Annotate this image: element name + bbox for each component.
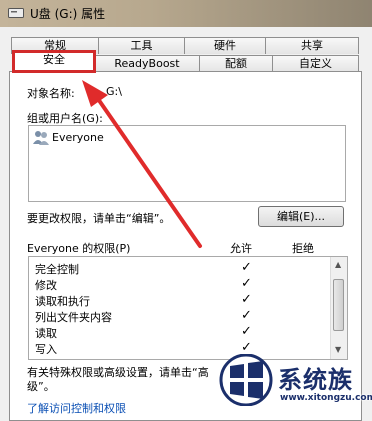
watermark-brand: 系统族 xyxy=(278,366,353,394)
windows-logo-icon xyxy=(219,354,273,406)
allow-check: ✓ xyxy=(241,276,252,291)
allow-check: ✓ xyxy=(241,260,252,275)
object-name-label: 对象名称: xyxy=(27,87,75,100)
title-bar: U盘 (G:) 属性 xyxy=(0,0,372,27)
group-label: 组或用户名(G): xyxy=(27,112,103,125)
permission-row: 完全控制 ✓ xyxy=(35,260,335,277)
permission-name: 写入 xyxy=(35,343,57,356)
tab-tools[interactable]: 工具 xyxy=(98,37,185,54)
permission-name: 读取和执行 xyxy=(35,295,90,308)
permission-name: 列出文件夹内容 xyxy=(35,311,112,324)
scroll-up-icon[interactable]: ▲ xyxy=(335,260,341,269)
permission-row: 读取和执行 ✓ xyxy=(35,292,335,309)
permission-name: 完全控制 xyxy=(35,263,79,276)
user-list[interactable]: Everyone xyxy=(28,125,346,202)
users-icon xyxy=(33,131,49,145)
watermark-url: www.xitongzu.com xyxy=(280,393,372,403)
permissions-header: Everyone 的权限(P) xyxy=(27,242,131,255)
watermark: 系统族 www.xitongzu.com xyxy=(216,352,372,409)
allow-check: ✓ xyxy=(241,324,252,339)
allow-check: ✓ xyxy=(241,292,252,307)
edit-button[interactable]: 编辑(E)... xyxy=(258,206,344,227)
special-hint-line2: 级”。 xyxy=(27,380,55,393)
tab-customize[interactable]: 自定义 xyxy=(272,55,359,72)
permission-name: 读取 xyxy=(35,327,57,340)
deny-header: 拒绝 xyxy=(292,242,314,255)
window-title: U盘 (G:) 属性 xyxy=(30,7,106,21)
tab-sharing[interactable]: 共享 xyxy=(265,37,359,54)
tab-hardware[interactable]: 硬件 xyxy=(184,37,266,54)
allow-header: 允许 xyxy=(230,242,252,255)
learn-access-control-link[interactable]: 了解访问控制和权限 xyxy=(27,400,126,416)
permissions-scrollbar[interactable]: ▲ ▼ xyxy=(330,257,347,359)
user-everyone: Everyone xyxy=(52,131,104,144)
change-hint: 要更改权限，请单击“编辑”。 xyxy=(27,212,171,225)
tab-security[interactable]: 安全 xyxy=(13,51,95,73)
allow-check: ✓ xyxy=(241,308,252,323)
permission-row: 读取 ✓ xyxy=(35,324,335,341)
object-name-value: G:\ xyxy=(106,85,122,98)
tab-quota[interactable]: 配额 xyxy=(199,55,273,72)
permission-row: 修改 ✓ xyxy=(35,276,335,293)
permission-name: 修改 xyxy=(35,279,57,292)
permissions-list[interactable]: 完全控制 ✓ 修改 ✓ 读取和执行 ✓ 列出文件夹内容 ✓ 读取 ✓ 写入 ✓ … xyxy=(28,256,348,360)
scroll-thumb[interactable] xyxy=(333,279,344,331)
tab-readyboost[interactable]: ReadyBoost xyxy=(94,55,200,72)
drive-icon xyxy=(8,8,24,18)
permission-row: 列出文件夹内容 ✓ xyxy=(35,308,335,325)
